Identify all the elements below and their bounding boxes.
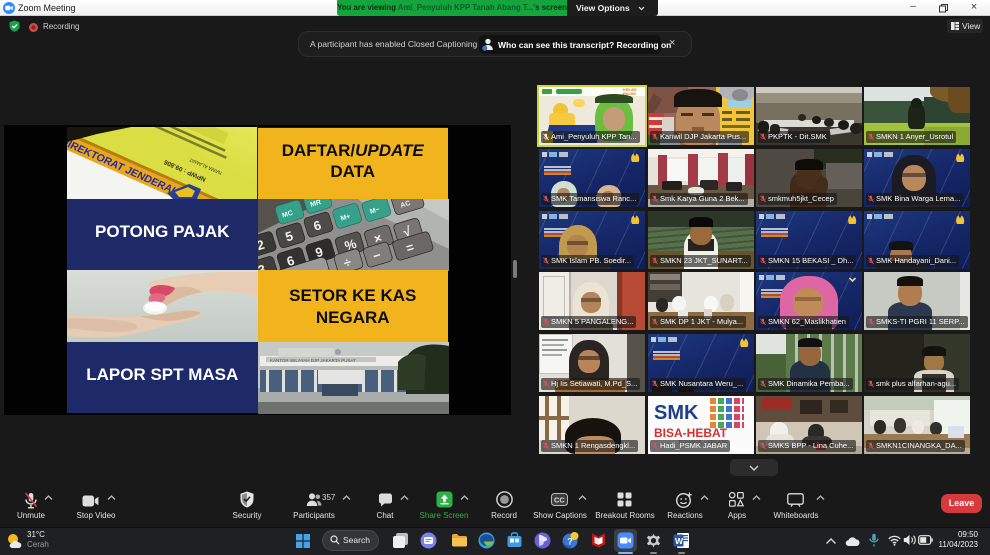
svg-text:W: W: [675, 536, 684, 546]
svg-text:CC: CC: [554, 496, 565, 505]
svg-text:KANTOR WILAYAH DJP JAKARTA PUS: KANTOR WILAYAH DJP JAKARTA PUSAT: [270, 358, 356, 363]
svg-text:?: ?: [567, 537, 573, 547]
